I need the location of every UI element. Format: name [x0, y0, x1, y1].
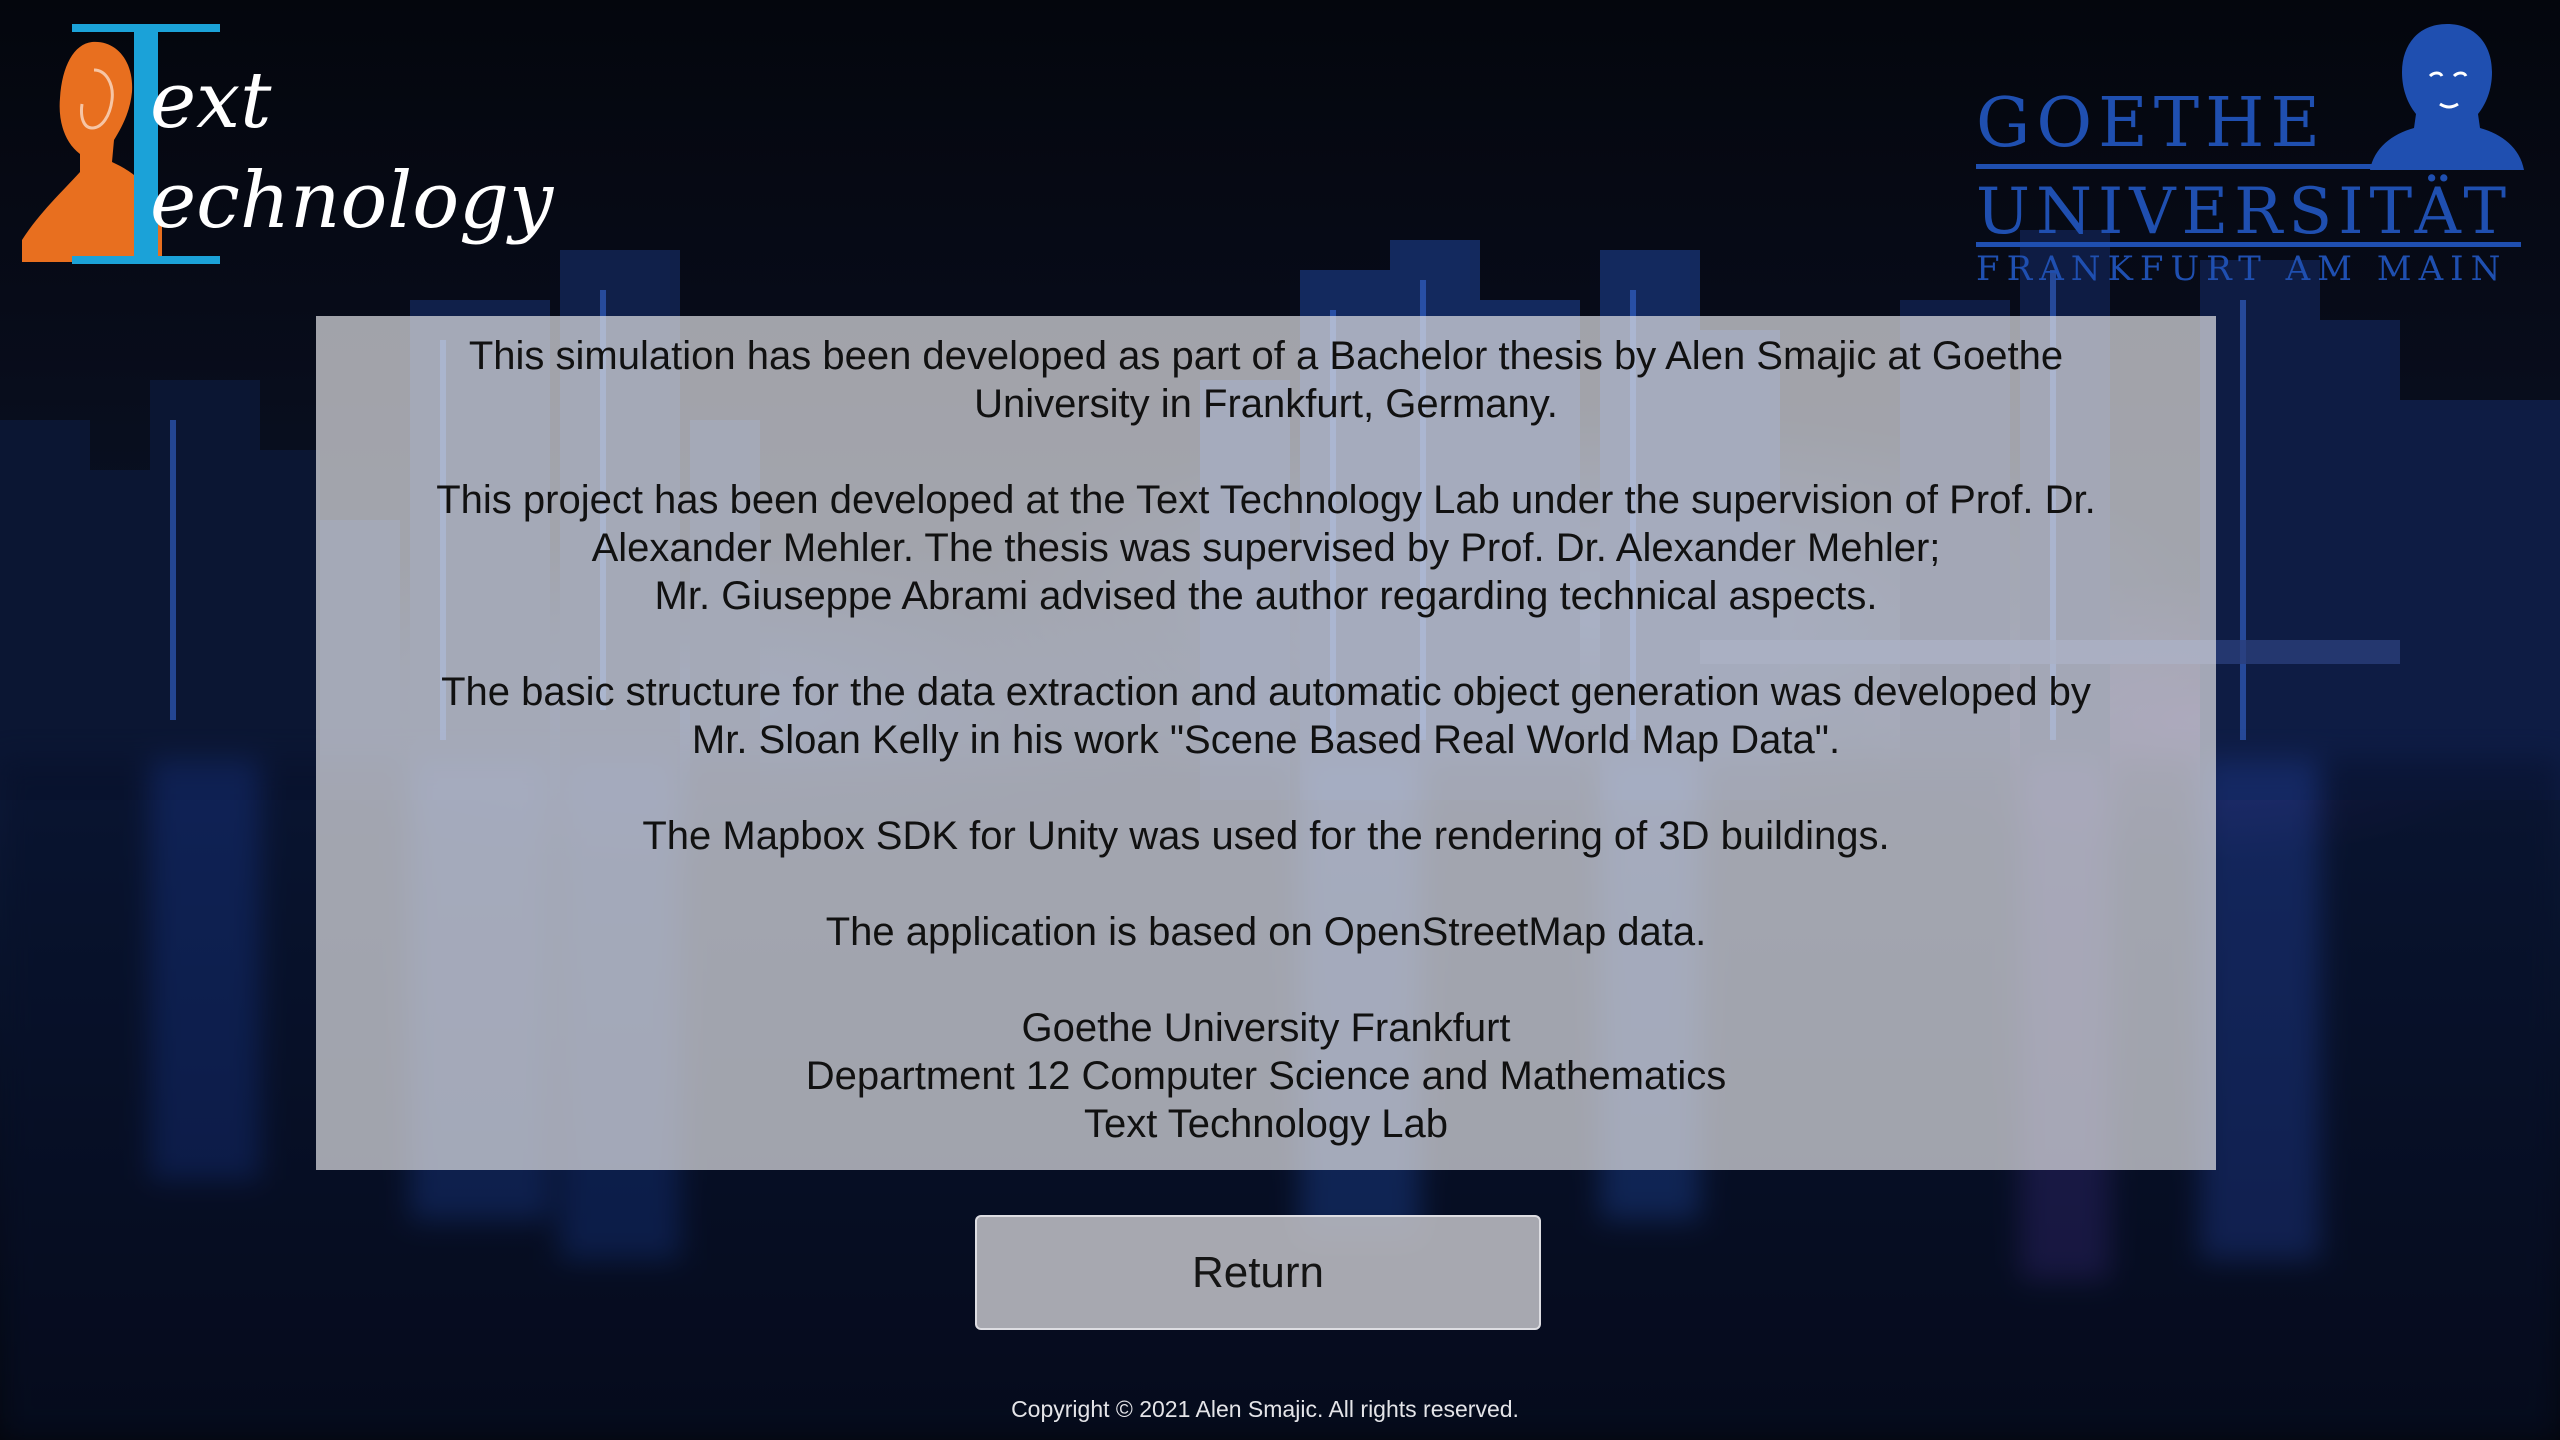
logo-rule — [1976, 164, 2372, 169]
credits-line: Mr. Sloan Kelly in his work "Scene Based… — [691, 718, 1841, 762]
logo-bar-bottom — [72, 256, 220, 264]
credits-line: Mr. Giuseppe Abrami advised the author r… — [654, 574, 1878, 618]
credits-line: This simulation has been developed as pa… — [468, 334, 2064, 378]
credits-paragraph: The basic structure for the data extract… — [316, 668, 2216, 764]
credits-line: Department 12 Computer Science and Mathe… — [805, 1054, 1727, 1098]
credits-line: Alexander Mehler. The thesis was supervi… — [591, 526, 1941, 570]
logo-word-text: ext — [150, 56, 272, 146]
logo-rule — [1976, 242, 2521, 247]
credits-paragraph: This project has been developed at the T… — [316, 476, 2216, 620]
credits-line: The basic structure for the data extract… — [441, 670, 2091, 714]
credits-line: Goethe University Frankfurt — [1021, 1006, 1511, 1050]
logo-goethe-word: GOETHE — [1976, 84, 2327, 163]
credits-line: University in Frankfurt, Germany. — [974, 382, 1558, 426]
credits-paragraph: The application is based on OpenStreetMa… — [316, 908, 2216, 956]
credits-paragraph: The Mapbox SDK for Unity was used for th… — [316, 812, 2216, 860]
text-technology-logo: ext echnology — [22, 22, 582, 272]
return-button[interactable]: Return — [975, 1215, 1541, 1330]
credits-line: The Mapbox SDK for Unity was used for th… — [642, 814, 1890, 858]
logo-word-technology: echnology — [150, 156, 554, 246]
copyright-text: Copyright © 2021 Alen Smajic. All rights… — [1011, 1396, 1519, 1422]
credits-paragraph: Goethe University Frankfurt Department 1… — [316, 1004, 2216, 1148]
goethe-portrait-icon — [2370, 24, 2524, 170]
credits-panel: This simulation has been developed as pa… — [316, 316, 2216, 1170]
credits-line: The application is based on OpenStreetMa… — [825, 910, 1707, 954]
credits-line: Text Technology Lab — [1084, 1102, 1448, 1146]
logo-universitat-word: UNIVERSITÄT — [1976, 175, 2513, 249]
goethe-university-logo: GOETHE UNIVERSITÄT FRANKFURT AM MAIN — [1968, 20, 2530, 290]
logo-frankfurt-word: FRANKFURT AM MAIN — [1976, 249, 2508, 289]
credits-paragraph: This simulation has been developed as pa… — [316, 332, 2216, 428]
credits-line: This project has been developed at the T… — [436, 478, 2096, 522]
